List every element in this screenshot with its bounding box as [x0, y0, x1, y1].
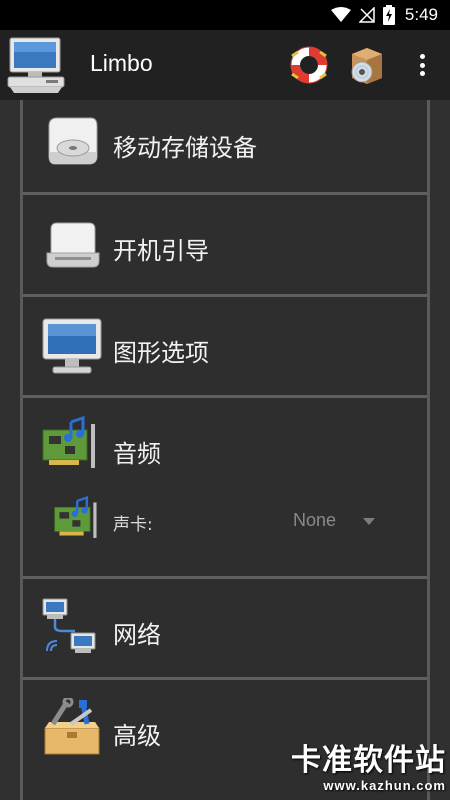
status-bar: 5:49: [0, 0, 450, 30]
battery-charging-icon: [382, 5, 395, 25]
section-graphics[interactable]: 图形选项: [23, 297, 427, 398]
wifi-icon: [330, 7, 351, 23]
app-title: Limbo: [90, 50, 153, 76]
watermark-title: 卡准软件站: [291, 743, 446, 778]
sound-card-label: 声卡:: [113, 515, 153, 535]
status-time: 5:49: [404, 5, 438, 24]
section-boot[interactable]: 开机引导: [23, 195, 427, 297]
section-label: 网络: [113, 621, 161, 649]
toolbox-icon: [41, 696, 103, 760]
settings-list: 移动存储设备 开机引导 图形选项 音频 声卡: None 网络 高级: [20, 100, 430, 800]
chevron-down-icon[interactable]: [363, 518, 375, 525]
sound-card-select[interactable]: None: [293, 510, 336, 531]
app-bar: Limbo: [0, 30, 450, 100]
section-audio[interactable]: 音频 声卡: None: [23, 398, 427, 579]
section-removable-storage[interactable]: 移动存储设备: [23, 100, 427, 195]
section-label: 移动存储设备: [113, 134, 257, 162]
sound-card-icon: [41, 415, 103, 478]
install-disc-box-icon[interactable]: [346, 44, 388, 86]
section-network[interactable]: 网络: [23, 579, 427, 680]
sound-card-icon: [53, 495, 103, 546]
monitor-icon: [41, 315, 103, 377]
section-label: 图形选项: [113, 339, 209, 367]
cellular-off-icon: [358, 7, 375, 23]
section-label: 开机引导: [113, 237, 209, 265]
disk-drive-icon: [41, 215, 103, 277]
computer-icon: [6, 36, 66, 94]
overflow-menu-icon[interactable]: [410, 50, 434, 80]
watermark: 卡准软件站 www.kazhun.com: [291, 743, 446, 794]
help-lifebuoy-icon[interactable]: [288, 44, 330, 86]
watermark-url: www.kazhun.com: [323, 778, 446, 793]
removable-disk-icon: [41, 112, 103, 174]
section-label: 音频: [113, 440, 161, 468]
screen: 5:49 Limbo 移动存储设备 开机引导 图形选项 音频 声卡: None …: [0, 0, 450, 800]
network-icon: [41, 597, 103, 659]
section-label: 高级: [113, 722, 161, 750]
